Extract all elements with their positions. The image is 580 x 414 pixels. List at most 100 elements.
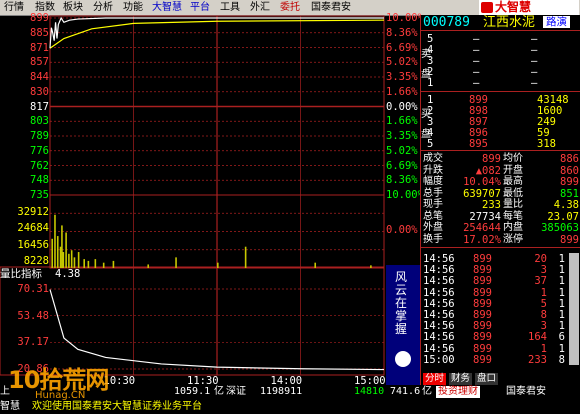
invest-button[interactable]: 投资理财 [436, 386, 480, 398]
tick-time: 14:56 [423, 309, 455, 321]
menu-item-9[interactable]: 委托 [280, 1, 300, 14]
status-value: 741.6 [390, 386, 421, 397]
indicator-label: 37.17 [17, 336, 49, 349]
pct-label: 8.36% [386, 26, 418, 39]
watermark-url: Hunag.CN [35, 390, 86, 401]
stat-value: ▲082 [475, 164, 501, 177]
pct-label: 1.66% [386, 115, 418, 128]
stat-value: 23.07 [547, 210, 579, 223]
broker-link[interactable]: 国泰君安 [506, 386, 546, 398]
ask-price: — [473, 77, 480, 89]
tick-count: 1 [558, 320, 565, 333]
tick-price: 899 [473, 309, 492, 321]
indicator-frame [0, 266, 385, 376]
stat-label: 量比 [503, 199, 523, 210]
ticks-scrollbar[interactable] [569, 253, 579, 365]
tick-price: 899 [473, 320, 492, 333]
tick-count: 6 [558, 331, 565, 344]
stat-value: 899 [560, 233, 579, 246]
volume-bar [102, 262, 105, 268]
price-label: 789 [30, 130, 49, 142]
status-value: 亿 [422, 386, 432, 397]
stat-label: 现手 [423, 199, 443, 210]
tick-time: 15:00 [423, 353, 455, 366]
pct-label: 5.02% [386, 56, 418, 69]
stat-value: 4.38 [553, 199, 579, 211]
tick-price: 899 [473, 342, 492, 355]
tick-volume: 3 [540, 264, 547, 277]
dazhihui-logo: 大智慧 [479, 0, 579, 15]
stat-label: 最高 [503, 176, 523, 187]
tick-count: 1 [558, 264, 565, 277]
stat-label: 幅度 [423, 176, 443, 187]
ask-volume: — [531, 77, 538, 89]
volume-bar [65, 232, 67, 268]
stat-value: 860 [560, 164, 579, 177]
tick-volume: 8 [540, 309, 547, 321]
menu-item-5[interactable]: 大智慧 [152, 1, 182, 14]
menu-item-3[interactable]: 分析 [93, 1, 113, 14]
stat-label: 均价 [503, 153, 523, 164]
volume-label: 8228 [23, 254, 49, 267]
stat-value: 233 [482, 199, 501, 211]
bid-volume: 318 [537, 138, 556, 150]
menu-item-6[interactable]: 平台 [190, 1, 210, 14]
stat-value: 899 [560, 176, 579, 188]
stat-label: 最低 [503, 187, 523, 199]
price-label: 857 [30, 56, 49, 69]
menu-item-10[interactable]: 国泰君安 [311, 1, 351, 14]
pct-label: 1.66% [386, 85, 418, 98]
ask-side-label: 卖盘 [421, 49, 431, 80]
tick-price: 899 [473, 253, 492, 265]
tick-volume: 5 [540, 297, 547, 310]
volume-bar [217, 262, 219, 268]
pct-label: 3.35% [386, 71, 418, 83]
menu-item-8[interactable]: 外汇 [250, 1, 270, 14]
stat-value: 27734 [469, 210, 501, 223]
price-label: 735 [30, 189, 49, 201]
status-value: 14810 [354, 386, 385, 397]
tick-price: 899 [473, 297, 492, 310]
menu-item-4[interactable]: 功能 [123, 1, 143, 14]
tick-count: 1 [558, 309, 565, 321]
volume-label: 16456 [17, 238, 49, 251]
tick-count: 8 [558, 353, 565, 366]
bid-ask-divider [421, 91, 580, 92]
price-label: 844 [30, 71, 49, 83]
volume-bar [112, 260, 115, 268]
stat-label: 总手 [423, 187, 443, 199]
tick-time: 14:56 [423, 320, 455, 333]
roadshow-button[interactable]: 路演 [543, 16, 570, 28]
indicator-value: 4.38 [55, 268, 81, 280]
tick-time: 14:56 [423, 253, 455, 265]
menu-item-7[interactable]: 工具 [220, 1, 240, 14]
status-tag-2: 智慧 [0, 401, 20, 412]
menu-item-2[interactable]: 板块 [63, 1, 83, 14]
volume-bar [73, 257, 76, 268]
price-label: 830 [30, 85, 49, 98]
volume-bar [59, 246, 62, 268]
intraday-chart[interactable]: 899 10.00% 885 8.36% 871 6.69% 857 5.02% 844 3.35… [0, 12, 424, 387]
stat-label: 升跌 [423, 164, 443, 176]
logo-text: 大智慧 [495, 0, 532, 14]
logo-icon [481, 2, 493, 13]
volume-bar [77, 252, 80, 268]
indicator-label: 70.31 [17, 283, 49, 295]
price-label: 899 [30, 12, 49, 24]
panel-tab-0[interactable]: 分时 [423, 373, 447, 385]
indicator-title: 量比指标 [0, 268, 42, 280]
tick-price: 899 [473, 275, 492, 288]
price-label: 803 [30, 115, 49, 128]
volume-bar [87, 260, 90, 268]
stat-value: 10.04% [463, 176, 501, 188]
panel-tab-1[interactable]: 财务 [449, 373, 473, 385]
chart-canvas [0, 15, 385, 376]
ad-banner[interactable]: 风云在掌握 [386, 265, 420, 385]
volume-bar [370, 265, 372, 268]
indicator-label: 53.48 [17, 309, 49, 322]
volume-bar [54, 214, 56, 268]
panel-tab-2[interactable]: 盘口 [475, 373, 499, 385]
tick-volume: 1 [540, 342, 547, 355]
volume-bar [61, 225, 63, 268]
tick-count: 1 [558, 275, 565, 288]
